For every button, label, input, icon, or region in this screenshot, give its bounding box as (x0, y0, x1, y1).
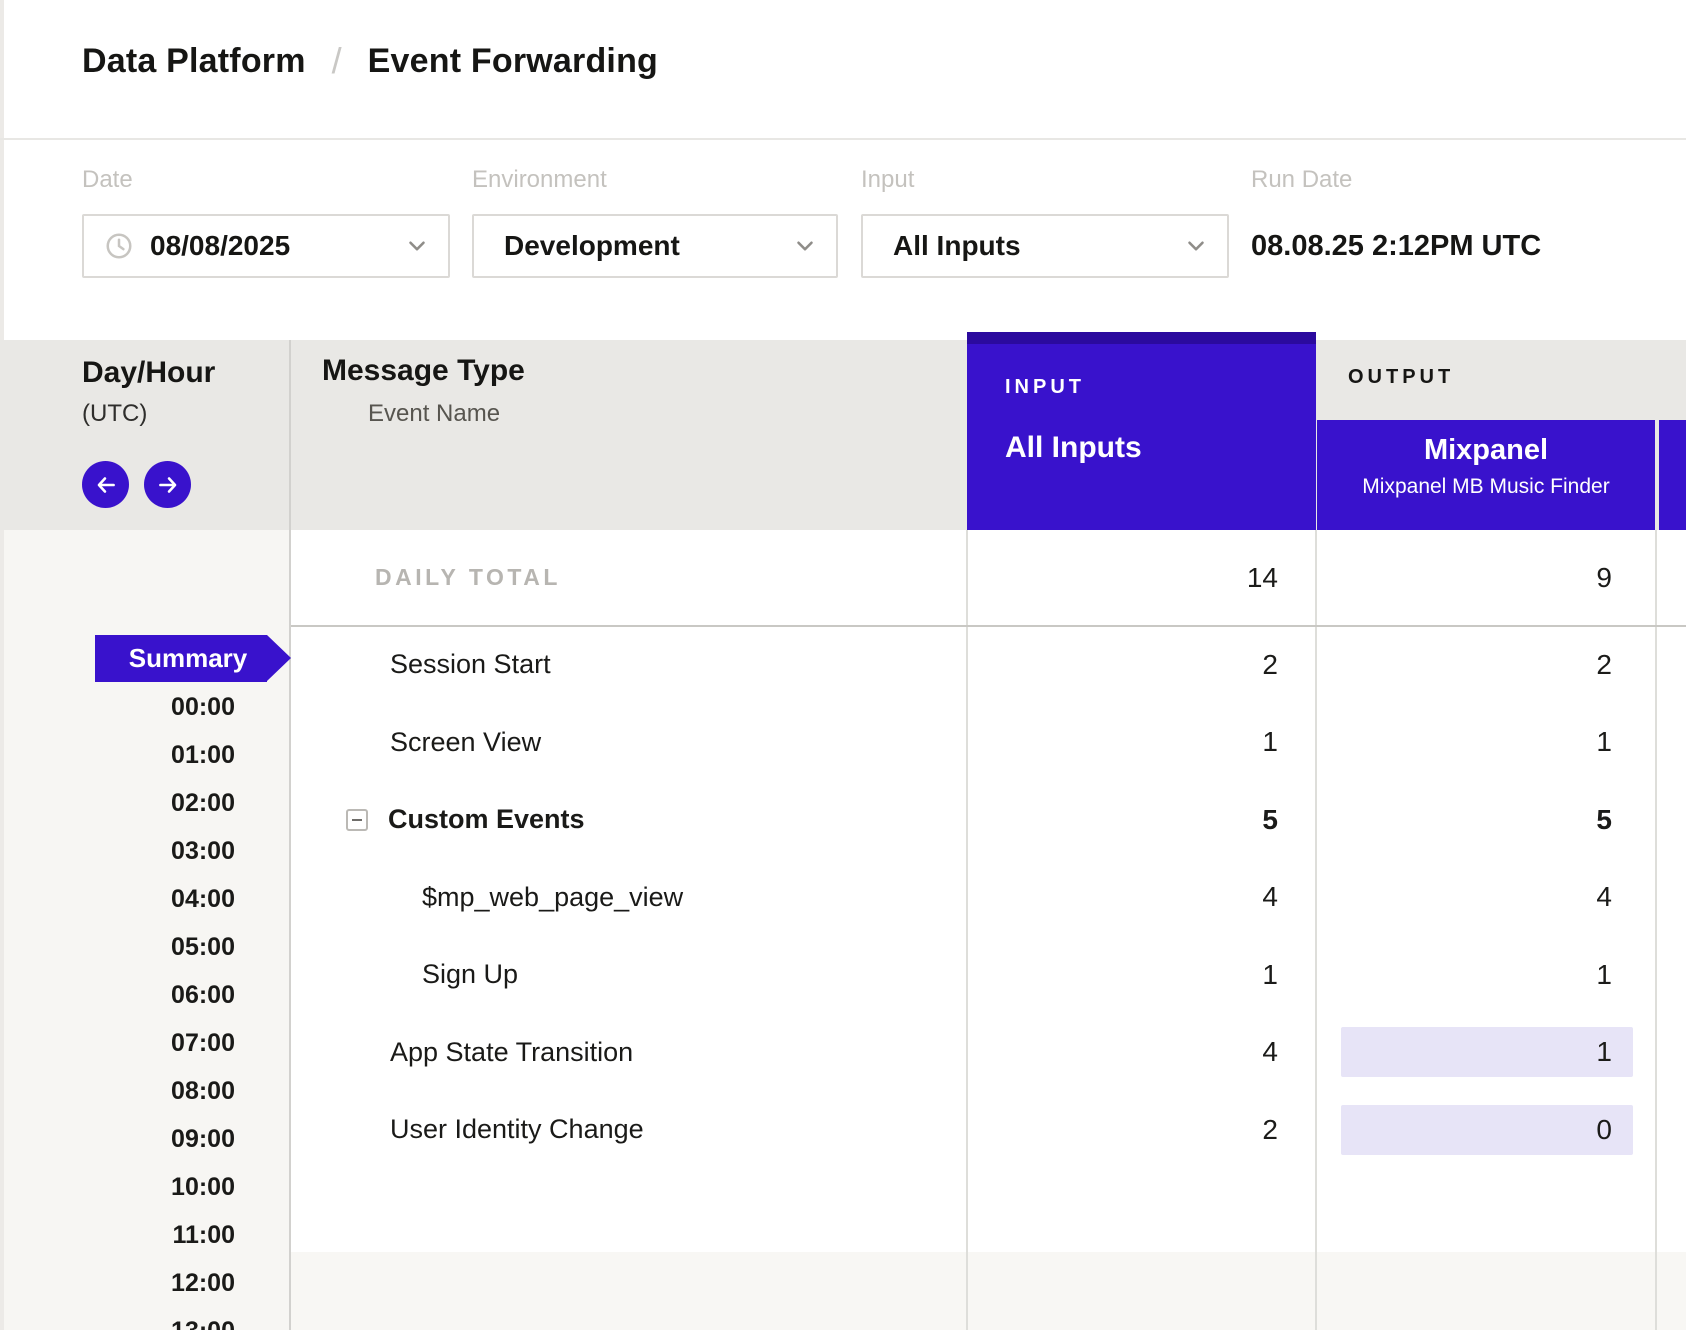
topbar-divider (0, 138, 1686, 140)
input-filter-label: Input (861, 166, 914, 194)
input-count: 2 (968, 649, 1316, 681)
breadcrumb: Data Platform / Event Forwarding (82, 34, 658, 88)
table-row: Screen View 1 1 (290, 704, 1686, 782)
day-hour-column-title: Day/Hour (82, 356, 215, 390)
hour-slot-1000[interactable]: 10:00 (4, 1171, 235, 1203)
hour-slot-0800[interactable]: 08:00 (4, 1075, 235, 1107)
hour-slot-0300[interactable]: 03:00 (4, 835, 235, 867)
arrow-right-icon (155, 472, 181, 498)
event-label: Sign Up (290, 959, 968, 990)
page-title: Event Forwarding (368, 42, 658, 81)
previous-day-button[interactable] (82, 461, 129, 508)
date-filter-label: Date (82, 166, 133, 194)
hour-slot-0700[interactable]: 07:00 (4, 1027, 235, 1059)
output-count: 1 (1596, 726, 1612, 758)
message-type-column-title: Message Type (322, 354, 525, 388)
event-label: User Identity Change (290, 1114, 968, 1145)
day-pager (82, 461, 191, 508)
input-dropdown-value: All Inputs (893, 230, 1183, 262)
mismatch-highlight-cell: 0 (1316, 1114, 1656, 1146)
input-column-name: All Inputs (1005, 431, 1316, 465)
output-count: 4 (1596, 881, 1612, 913)
date-dropdown[interactable]: 08/08/2025 (82, 214, 450, 278)
output-count: 5 (1596, 804, 1612, 836)
mismatch-highlight-cell: 1 (1316, 1036, 1656, 1068)
input-group-label: INPUT (1005, 376, 1316, 399)
hour-slot-0000[interactable]: 00:00 (4, 691, 235, 723)
breadcrumb-section[interactable]: Data Platform (82, 42, 306, 81)
event-label: $mp_web_page_view (290, 882, 968, 913)
table-row: $mp_web_page_view 4 4 (290, 859, 1686, 937)
hour-slot-0100[interactable]: 01:00 (4, 739, 235, 771)
table-row: Session Start 2 2 (290, 626, 1686, 704)
date-dropdown-value: 08/08/2025 (150, 230, 404, 262)
summary-row-badge[interactable]: Summary (95, 635, 291, 682)
output-count: 1 (1596, 1036, 1612, 1068)
hour-slot-0900[interactable]: 09:00 (4, 1123, 235, 1155)
output-connector-subtitle: Mixpanel MB Music Finder (1317, 475, 1655, 499)
summary-badge-arrow (267, 635, 291, 681)
output-count: 2 (1596, 649, 1612, 681)
event-label: Screen View (290, 727, 968, 758)
daily-total-input-value: 14 (968, 562, 1316, 594)
input-count: 4 (968, 1036, 1316, 1068)
environment-dropdown[interactable]: Development (472, 214, 838, 278)
next-output-column-stub (1659, 420, 1686, 530)
daily-total-row: DAILY TOTAL 14 9 (290, 530, 1686, 625)
input-count: 2 (968, 1114, 1316, 1146)
day-hour-timezone: (UTC) (82, 400, 147, 428)
run-date-value: 08.08.25 2:12PM UTC (1251, 214, 1541, 278)
table-row: Sign Up 1 1 (290, 936, 1686, 1014)
input-count: 1 (968, 959, 1316, 991)
breadcrumb-divider: / (332, 40, 342, 82)
hour-slot-1200[interactable]: 12:00 (4, 1267, 235, 1299)
run-date-label: Run Date (1251, 166, 1352, 194)
table-row: App State Transition 4 1 (290, 1014, 1686, 1092)
environment-filter-label: Environment (472, 166, 607, 194)
chevron-down-icon[interactable] (404, 233, 430, 259)
table-footer-area (291, 1252, 1686, 1330)
event-label: Custom Events (388, 804, 585, 835)
event-forwarding-page: Data Platform / Event Forwarding Date En… (0, 0, 1686, 1330)
chevron-down-icon[interactable] (792, 233, 818, 259)
summary-badge-label: Summary (95, 635, 267, 682)
table-row: Custom Events 5 5 (290, 781, 1686, 859)
chevron-down-icon[interactable] (1183, 233, 1209, 259)
output-count: 0 (1596, 1114, 1612, 1146)
input-column-header: INPUT All Inputs (967, 332, 1316, 530)
output-group-label: OUTPUT (1348, 366, 1454, 389)
output-connector-name: Mixpanel (1317, 434, 1655, 467)
event-label: App State Transition (290, 1037, 968, 1068)
hour-slot-0200[interactable]: 02:00 (4, 787, 235, 819)
input-dropdown[interactable]: All Inputs (861, 214, 1229, 278)
input-count: 5 (968, 804, 1316, 836)
clock-icon (104, 231, 134, 261)
output-count: 1 (1596, 959, 1612, 991)
event-name-subtitle: Event Name (368, 400, 500, 428)
event-label: Session Start (290, 649, 968, 680)
hour-slot-0400[interactable]: 04:00 (4, 883, 235, 915)
next-day-button[interactable] (144, 461, 191, 508)
daily-total-output-value: 9 (1596, 562, 1612, 594)
hour-slot-0500[interactable]: 05:00 (4, 931, 235, 963)
input-count: 1 (968, 726, 1316, 758)
output-connector-header[interactable]: Mixpanel Mixpanel MB Music Finder (1317, 420, 1655, 530)
table-row: User Identity Change 2 0 (290, 1091, 1686, 1169)
input-count: 4 (968, 881, 1316, 913)
collapse-minus-icon[interactable] (346, 809, 368, 831)
daily-total-label: DAILY TOTAL (290, 564, 968, 591)
environment-dropdown-value: Development (504, 230, 792, 262)
hour-slot-1300[interactable]: 13:00 (4, 1315, 235, 1330)
hour-slot-0600[interactable]: 06:00 (4, 979, 235, 1011)
hour-slot-1100[interactable]: 11:00 (4, 1219, 235, 1251)
arrow-left-icon (93, 472, 119, 498)
